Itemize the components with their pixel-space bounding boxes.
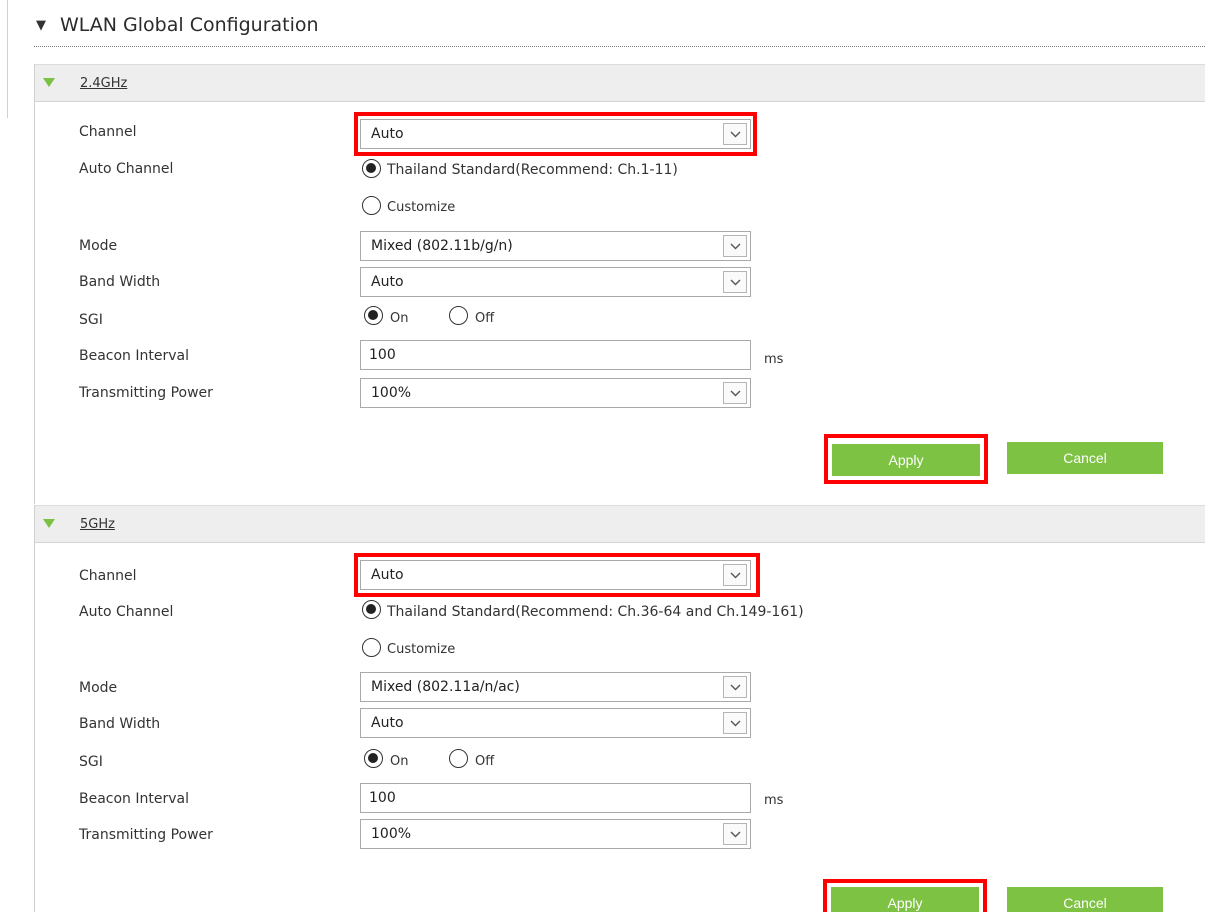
header-divider xyxy=(34,46,1205,47)
band-width-select-value: Auto xyxy=(371,274,404,290)
expand-triangle-icon[interactable] xyxy=(43,78,55,87)
beacon-interval-unit: ms xyxy=(764,352,784,367)
sgi-on-radio[interactable] xyxy=(364,749,383,768)
chevron-down-icon[interactable] xyxy=(723,271,747,293)
band-header-5ghz[interactable]: 5GHz xyxy=(35,505,1205,543)
sgi-label: SGI xyxy=(79,754,103,770)
band-title[interactable]: 5GHz xyxy=(80,517,115,532)
cancel-button[interactable]: Cancel xyxy=(1007,442,1163,474)
sgi-on-radio[interactable] xyxy=(364,306,383,325)
auto-channel-standard-text: Thailand Standard(Recommend: Ch.1-11) xyxy=(387,162,678,178)
sgi-off-radio[interactable] xyxy=(449,749,468,768)
transmitting-power-value: 100% xyxy=(371,826,412,842)
transmitting-power-label: Transmitting Power xyxy=(79,385,213,401)
mode-select-value: Mixed (802.11b/g/n) xyxy=(371,238,513,254)
band-panel-2-4ghz: 2.4GHz Channel Auto Auto Channel Thailan… xyxy=(34,64,1205,504)
chevron-down-icon[interactable] xyxy=(723,712,747,734)
auto-channel-standard-text: Thailand Standard(Recommend: Ch.36-64 an… xyxy=(387,604,804,620)
auto-channel-customize-text: Customize xyxy=(387,642,456,657)
sgi-on-text: On xyxy=(390,754,409,769)
auto-channel-label: Auto Channel xyxy=(79,161,174,177)
beacon-interval-label: Beacon Interval xyxy=(79,791,189,807)
chevron-down-icon[interactable] xyxy=(723,382,747,404)
left-divider xyxy=(7,0,8,118)
apply-button[interactable]: Apply xyxy=(831,887,979,912)
beacon-interval-input[interactable]: 100 xyxy=(360,783,751,813)
auto-channel-standard-radio[interactable] xyxy=(362,159,381,178)
chevron-down-icon[interactable] xyxy=(723,823,747,845)
beacon-interval-value: 100 xyxy=(369,790,396,806)
sgi-on-text: On xyxy=(390,311,409,326)
chevron-down-icon[interactable] xyxy=(723,564,747,586)
expand-triangle-icon[interactable] xyxy=(43,519,55,528)
collapse-triangle-icon[interactable]: ▼ xyxy=(36,18,46,33)
auto-channel-standard-radio[interactable] xyxy=(362,600,381,619)
transmitting-power-select[interactable]: 100% xyxy=(360,819,751,849)
chevron-down-icon[interactable] xyxy=(723,123,747,145)
mode-select[interactable]: Mixed (802.11b/g/n) xyxy=(360,231,751,261)
channel-select-value: Auto xyxy=(371,126,404,142)
page-title: WLAN Global Configuration xyxy=(60,14,319,36)
band-width-select-value: Auto xyxy=(371,715,404,731)
sgi-label: SGI xyxy=(79,312,103,328)
sgi-off-text: Off xyxy=(475,311,495,326)
cancel-button[interactable]: Cancel xyxy=(1007,887,1163,912)
mode-label: Mode xyxy=(79,238,118,254)
auto-channel-customize-radio[interactable] xyxy=(362,638,381,657)
transmitting-power-select[interactable]: 100% xyxy=(360,378,751,408)
beacon-interval-label: Beacon Interval xyxy=(79,348,189,364)
channel-label: Channel xyxy=(79,124,137,140)
beacon-interval-unit: ms xyxy=(764,793,784,808)
channel-label: Channel xyxy=(79,568,137,584)
beacon-interval-input[interactable]: 100 xyxy=(360,340,751,370)
mode-select-value: Mixed (802.11a/n/ac) xyxy=(371,679,520,695)
band-header-2-4ghz[interactable]: 2.4GHz xyxy=(35,64,1205,102)
transmitting-power-label: Transmitting Power xyxy=(79,827,213,843)
band-width-select[interactable]: Auto xyxy=(360,708,751,738)
chevron-down-icon[interactable] xyxy=(723,235,747,257)
band-title[interactable]: 2.4GHz xyxy=(80,76,127,91)
sgi-off-radio[interactable] xyxy=(449,306,468,325)
apply-button[interactable]: Apply xyxy=(832,444,980,476)
band-panel-5ghz: 5GHz Channel Auto Auto Channel Thailand … xyxy=(34,505,1205,912)
mode-label: Mode xyxy=(79,680,118,696)
auto-channel-customize-text: Customize xyxy=(387,200,456,215)
sgi-off-text: Off xyxy=(475,754,495,769)
band-width-label: Band Width xyxy=(79,274,161,290)
auto-channel-customize-radio[interactable] xyxy=(362,196,381,215)
channel-select[interactable]: Auto xyxy=(360,560,751,590)
mode-select[interactable]: Mixed (802.11a/n/ac) xyxy=(360,672,751,702)
transmitting-power-value: 100% xyxy=(371,385,412,401)
chevron-down-icon[interactable] xyxy=(723,676,747,698)
beacon-interval-value: 100 xyxy=(369,347,396,363)
auto-channel-label: Auto Channel xyxy=(79,604,174,620)
channel-select[interactable]: Auto xyxy=(360,119,751,149)
band-width-select[interactable]: Auto xyxy=(360,267,751,297)
channel-select-value: Auto xyxy=(371,567,404,583)
page-header[interactable]: ▼ WLAN Global Configuration xyxy=(36,14,319,36)
band-width-label: Band Width xyxy=(79,716,161,732)
